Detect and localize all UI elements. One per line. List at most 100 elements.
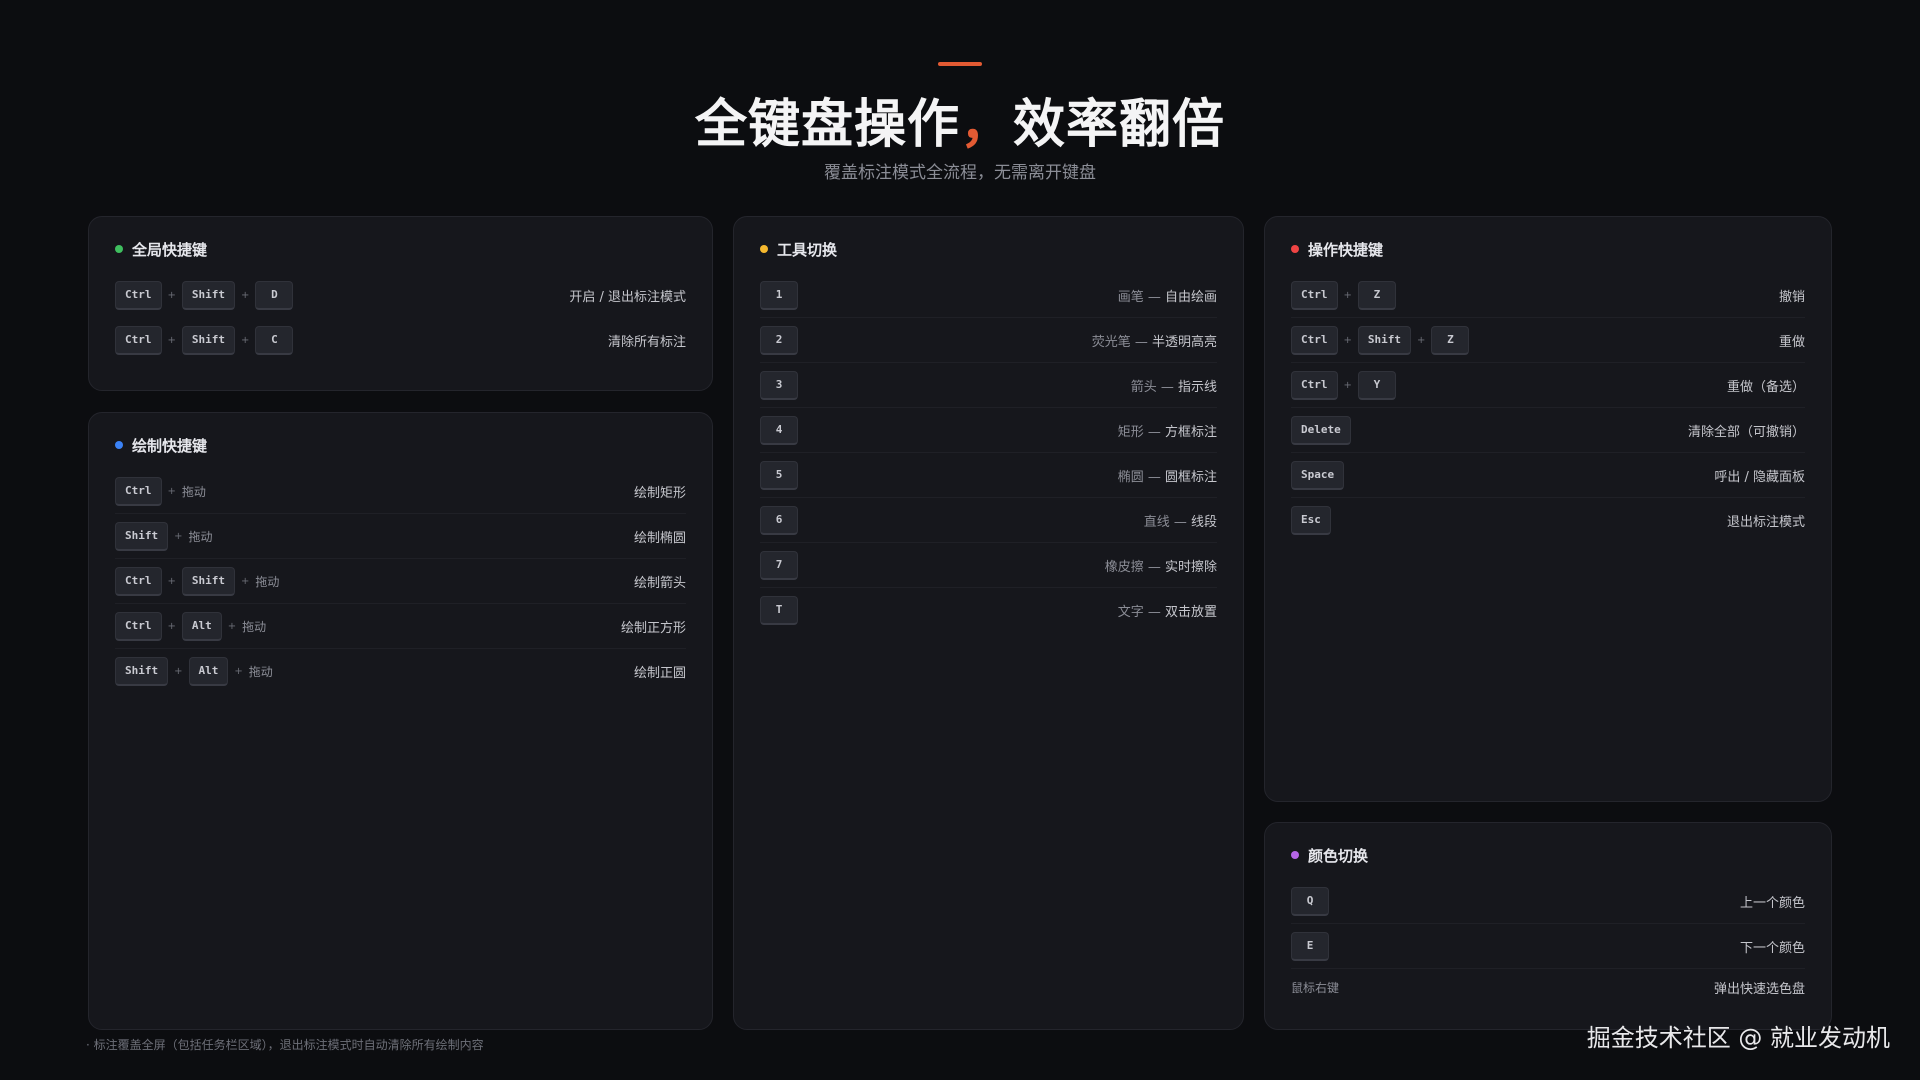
shortcut-desc: 清除全部（可撤销） <box>1687 424 1805 440</box>
watermark: 掘金技术社区 @ 就业发动机 <box>1586 1024 1890 1052</box>
tool-desc: 荧光笔 — 半透明高亮 <box>1091 334 1217 350</box>
shortcut-desc: 绘制箭头 <box>633 575 686 591</box>
card-title: 操作快捷键 <box>1291 239 1805 259</box>
shortcut-row: 鼠标右键 弹出快速选色盘 <box>1291 969 1805 1005</box>
shortcut-desc: 弹出快速选色盘 <box>1713 981 1805 997</box>
shortcut-desc: 绘制椭圆 <box>633 530 686 546</box>
shortcut-desc: 清除所有标注 <box>607 335 686 350</box>
key-cap: Z <box>1357 280 1396 310</box>
tool-row: 2 荧光笔 — 半透明高亮 <box>760 318 1217 363</box>
tool-row: 1 画笔 — 自由绘画 <box>760 273 1217 318</box>
key-cap: Ctrl <box>115 566 162 596</box>
footnote: · 标注覆盖全屏（包括任务栏区域），退出标注模式时自动清除所有绘制内容 <box>86 1038 484 1052</box>
key-cap: Shift <box>181 326 236 355</box>
shortcut-row: Shift + 拖动 绘制椭圆 <box>115 514 686 559</box>
key-cap: Shift <box>115 657 169 686</box>
shortcut-desc: 呼出 / 隐藏面板 <box>1714 469 1805 485</box>
tool-row: 3 箭头 — 指示线 <box>760 363 1217 408</box>
shortcut-row: Q 上一个颜色 <box>1291 879 1805 924</box>
tool-desc: 橡皮擦 — 实时擦除 <box>1104 559 1217 575</box>
tool-switch-card: 工具切换 1 画笔 — 自由绘画 2 荧光笔 — 半透明高亮 3 箭头 — 指示线 4… <box>733 216 1244 1030</box>
key-cap: D <box>255 281 294 310</box>
shortcut-row: Delete 清除全部（可撤销） <box>1291 408 1805 453</box>
key-cap: Ctrl <box>1291 370 1338 400</box>
key-cap: Shift <box>1357 325 1412 355</box>
shortcut-row: Ctrl + Alt + 拖动 绘制正方形 <box>115 604 686 649</box>
key-cap: Space <box>1291 460 1345 490</box>
draw-shortcuts-card: 绘制快捷键 Ctrl + 拖动 绘制矩形 Shift + 拖动 绘制椭圆 Ctrl +… <box>88 412 713 1030</box>
key-cap: Q <box>1291 886 1329 916</box>
key-cap: Ctrl <box>1291 280 1338 310</box>
shortcut-desc: 开启 / 退出标注模式 <box>569 290 686 305</box>
key-cap: Ctrl <box>115 326 162 355</box>
tool-desc: 文字 — 双击放置 <box>1117 605 1217 620</box>
tool-row: T 文字 — 双击放置 <box>760 588 1217 633</box>
shortcut-row: Ctrl + Shift + D 开启 / 退出标注模式 <box>115 273 686 318</box>
shortcut-desc: 绘制正圆 <box>633 666 686 681</box>
tool-desc: 箭头 — 指示线 <box>1130 379 1217 395</box>
card-title: 全局快捷键 <box>115 239 686 259</box>
shortcut-row: Space 呼出 / 隐藏面板 <box>1291 453 1805 498</box>
shortcut-row: Ctrl + Shift + Z 重做 <box>1291 318 1805 363</box>
status-dot <box>115 441 123 449</box>
key-cap: Esc <box>1291 506 1331 535</box>
key-cap: Ctrl <box>115 281 162 310</box>
shortcut-desc: 绘制正方形 <box>620 620 686 636</box>
key-cap: Delete <box>1291 415 1351 445</box>
key-cap: T <box>760 596 798 625</box>
key-cap: Alt <box>181 611 222 641</box>
page-subtitle: 覆盖标注模式全流程，无需离开键盘 <box>824 163 1096 183</box>
shortcut-desc: 重做 <box>1778 334 1805 350</box>
shortcut-desc: 下一个颜色 <box>1739 940 1805 956</box>
tool-row: 4 矩形 — 方框标注 <box>760 408 1217 453</box>
shortcut-row: Ctrl + Shift + C 清除所有标注 <box>115 318 686 363</box>
tool-desc: 椭圆 — 圆框标注 <box>1117 469 1217 485</box>
shortcut-row: Ctrl + Z 撤销 <box>1291 273 1805 318</box>
key-cap: Shift <box>115 521 169 551</box>
global-shortcuts-card: 全局快捷键 Ctrl + Shift + D 开启 / 退出标注模式 Ctrl + S… <box>88 216 713 391</box>
key-cap: Shift <box>181 566 236 596</box>
key-cap: 1 <box>760 280 798 310</box>
mouse-right-label: 鼠标右键 <box>1291 980 1340 995</box>
key-cap: Shift <box>181 281 236 310</box>
shortcut-row: E 下一个颜色 <box>1291 924 1805 969</box>
status-dot <box>1291 245 1299 253</box>
tool-desc: 画笔 — 自由绘画 <box>1117 289 1217 305</box>
shortcut-row: Ctrl + Y 重做（备选） <box>1291 363 1805 408</box>
status-dot <box>115 245 123 253</box>
key-cap: 3 <box>760 370 798 400</box>
key-cap: 2 <box>760 325 798 355</box>
shortcut-row: Ctrl + Shift + 拖动 绘制箭头 <box>115 559 686 604</box>
page-title: 全键盘操作，效率翻倍 <box>694 95 1226 155</box>
shortcut-row: Esc 退出标注模式 <box>1291 498 1805 543</box>
operation-shortcuts-card: 操作快捷键 Ctrl + Z 撤销 Ctrl + Shift + Z 重做 Ctrl + Y 重… <box>1264 216 1832 802</box>
key-cap: E <box>1291 931 1329 961</box>
key-cap: 7 <box>760 550 798 580</box>
status-dot <box>760 245 768 253</box>
shortcut-row: Shift + Alt + 拖动 绘制正圆 <box>115 649 686 694</box>
shortcut-desc: 重做（备选） <box>1726 379 1805 395</box>
key-cap: Ctrl <box>115 611 162 641</box>
shortcut-desc: 撤销 <box>1778 289 1805 305</box>
tool-row: 7 橡皮擦 — 实时擦除 <box>760 543 1217 588</box>
card-title: 颜色切换 <box>1291 845 1805 865</box>
shortcut-desc: 绘制矩形 <box>633 485 686 501</box>
tool-row: 5 椭圆 — 圆框标注 <box>760 453 1217 498</box>
shortcut-row: Ctrl + 拖动 绘制矩形 <box>115 469 686 514</box>
tool-desc: 直线 — 线段 <box>1143 514 1217 530</box>
shortcut-desc: 上一个颜色 <box>1739 895 1805 911</box>
color-switch-card: 颜色切换 Q 上一个颜色 E 下一个颜色 鼠标右键 弹出快速选色盘 <box>1264 822 1832 1030</box>
card-title: 工具切换 <box>760 239 1217 259</box>
key-cap: C <box>255 326 294 355</box>
tool-row: 6 直线 — 线段 <box>760 498 1217 543</box>
card-title: 绘制快捷键 <box>115 435 686 455</box>
key-cap: Y <box>1357 370 1396 400</box>
status-dot <box>1291 851 1299 859</box>
key-cap: Ctrl <box>115 476 162 506</box>
key-cap: Ctrl <box>1291 325 1338 355</box>
key-cap: 4 <box>760 415 798 445</box>
key-cap: 6 <box>760 505 798 535</box>
tool-desc: 矩形 — 方框标注 <box>1117 424 1217 440</box>
key-cap: Z <box>1431 325 1470 355</box>
key-cap: 5 <box>760 460 798 490</box>
